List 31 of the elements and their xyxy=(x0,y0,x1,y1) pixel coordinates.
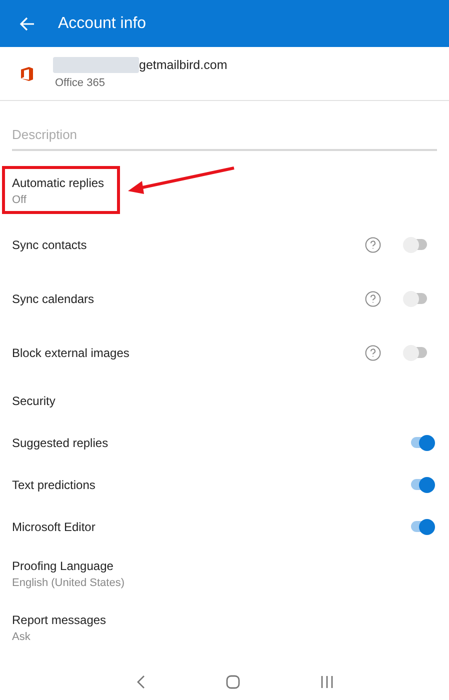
setting-label[interactable]: Block external images xyxy=(12,344,365,362)
toggle-switch[interactable] xyxy=(403,234,429,254)
toggle-switch[interactable] xyxy=(403,288,429,308)
page-title: Account info xyxy=(58,14,146,34)
account-type: Office 365 xyxy=(55,76,106,91)
setting-value: Ask xyxy=(12,630,32,646)
setting-label[interactable]: Security xyxy=(12,392,56,410)
help-icon[interactable] xyxy=(365,290,381,306)
help-icon[interactable] xyxy=(365,344,381,360)
setting-label[interactable]: Automatic replies xyxy=(12,174,104,192)
nav-home-icon[interactable] xyxy=(226,675,240,689)
back-arrow-icon[interactable] xyxy=(18,14,36,32)
setting-label[interactable]: Suggested replies xyxy=(12,434,409,452)
toggle-switch[interactable] xyxy=(409,474,435,494)
toggle-switch[interactable] xyxy=(409,432,435,452)
account-email: getmailbird.com xyxy=(139,56,228,74)
toggle-switch[interactable] xyxy=(403,342,429,362)
setting-label[interactable]: Sync contacts xyxy=(12,236,365,254)
setting-label[interactable]: Sync calendars xyxy=(12,290,365,308)
setting-label[interactable]: Microsoft Editor xyxy=(12,518,409,536)
setting-value: Off xyxy=(12,193,28,208)
setting-label[interactable]: Report messages xyxy=(12,611,449,630)
setting-label[interactable]: Proofing Language xyxy=(12,557,449,576)
setting-value: English (United States) xyxy=(12,576,126,592)
nav-recents-icon[interactable] xyxy=(320,675,334,689)
nav-back-icon[interactable] xyxy=(136,675,146,689)
office-logo-icon xyxy=(20,66,34,82)
help-icon[interactable] xyxy=(365,236,381,252)
setting-label[interactable]: Text predictions xyxy=(12,476,409,494)
description-field[interactable]: Description xyxy=(12,125,437,150)
toggle-switch[interactable] xyxy=(409,516,435,536)
